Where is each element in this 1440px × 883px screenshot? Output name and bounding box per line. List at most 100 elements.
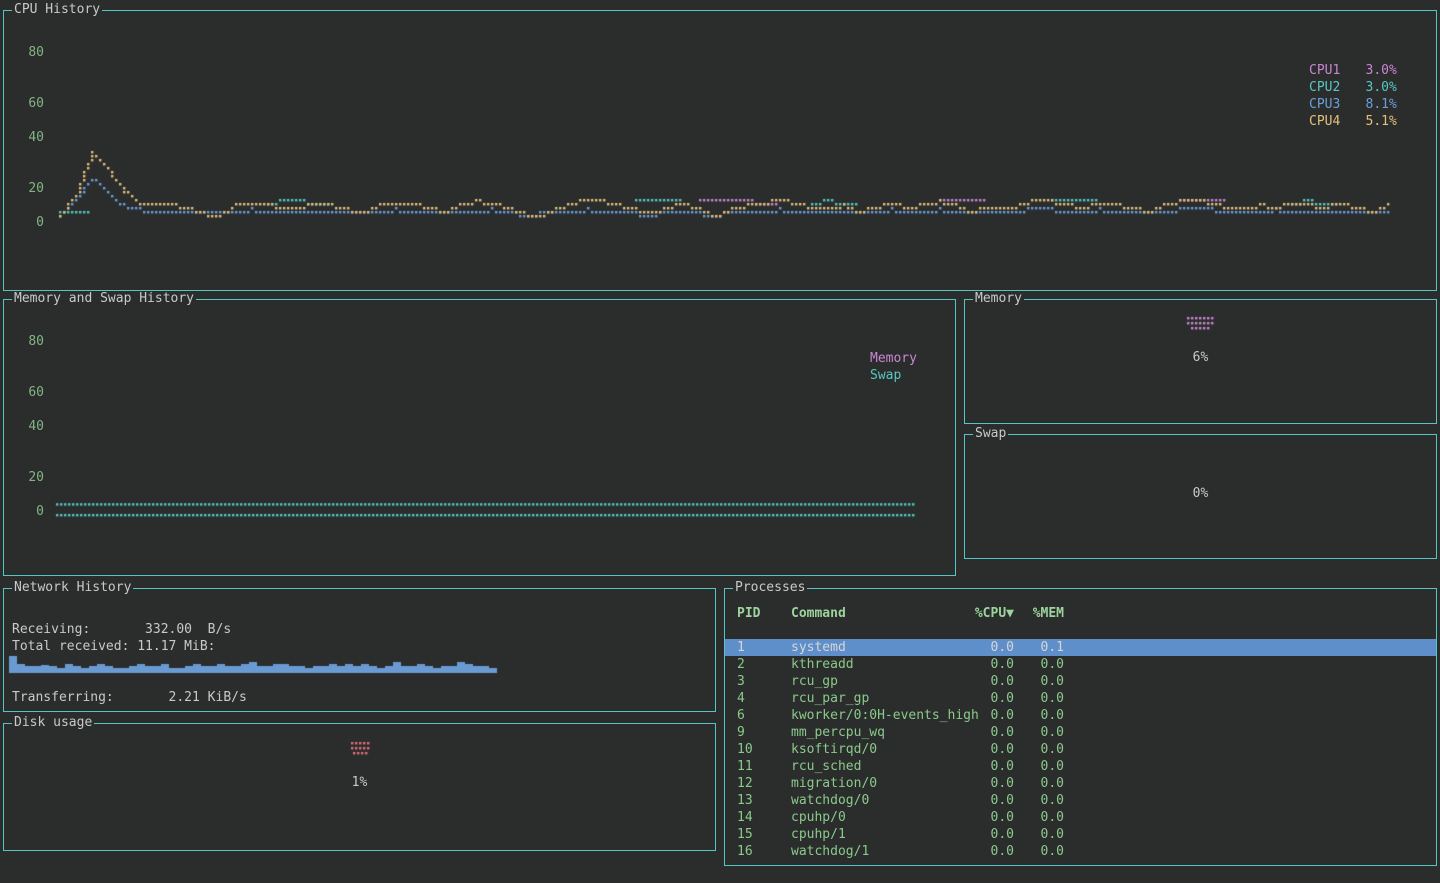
- process-command: systemd: [791, 639, 846, 656]
- process-cpu-percent: 0.0: [930, 826, 1014, 843]
- process-mem-percent: 0.0: [1014, 690, 1064, 707]
- process-pid: 12: [737, 775, 753, 792]
- cpu-legend-label: CPU3: [1309, 96, 1347, 113]
- swap-gauge-panel: Swap 0%: [964, 434, 1437, 559]
- processes-panel: Processes PID Command %CPU▼ %MEM 1system…: [724, 588, 1437, 866]
- legend-gap: [1347, 79, 1355, 96]
- process-row-pid-4[interactable]: 4rcu_par_gp0.00.0: [725, 690, 1436, 707]
- process-command: cpuhp/0: [791, 809, 846, 826]
- memory-swap-history-panel: Memory and Swap History 806040200 Memory…: [3, 299, 956, 576]
- process-cpu-percent: 0.0: [930, 707, 1014, 724]
- process-cpu-percent: 0.0: [930, 690, 1014, 707]
- process-mem-percent: 0.0: [1014, 724, 1064, 741]
- process-mem-percent: 0.0: [1014, 775, 1064, 792]
- process-command: ksoftirqd/0: [791, 741, 877, 758]
- process-cpu-percent: 0.0: [930, 809, 1014, 826]
- process-pid: 3: [737, 673, 745, 690]
- processes-title: Processes: [733, 580, 807, 596]
- process-cpu-percent: 0.0: [930, 673, 1014, 690]
- process-command: watchdog/0: [791, 792, 869, 809]
- y-tick-60: 60: [18, 386, 44, 400]
- process-row-pid-12[interactable]: 12 migration/0 0.00.0: [725, 775, 1436, 792]
- process-cpu-percent: 0.0: [930, 792, 1014, 809]
- cpu-legend-row-cpu1: CPU1 3.0%: [1309, 62, 1397, 79]
- column-header-pid: PID: [737, 605, 760, 622]
- cpu-legend-row-cpu4: CPU4 5.1%: [1309, 113, 1397, 130]
- process-cpu-percent: 0.0: [930, 741, 1014, 758]
- cpu-legend-label: CPU1: [1309, 62, 1347, 79]
- memory-swap-history-chart: [4, 300, 955, 575]
- process-command: rcu_par_gp: [791, 690, 869, 707]
- process-row-pid-9[interactable]: 9mm_percpu_wq0.00.0: [725, 724, 1436, 741]
- legend-gap: [1347, 62, 1355, 79]
- cpu-history-chart: [4, 11, 1436, 290]
- network-transferring-line: Transferring: 2.21 KiB/s: [12, 691, 247, 705]
- process-mem-percent: 0.0: [1014, 809, 1064, 826]
- y-tick-80: 80: [18, 335, 44, 349]
- network-total-received-line: Total received: 11.17 MiB:: [12, 640, 216, 654]
- memory-gauge-title: Memory: [973, 291, 1024, 307]
- memory-swap-history-title: Memory and Swap History: [12, 291, 196, 307]
- process-command: kthreadd: [791, 656, 854, 673]
- y-tick-80: 80: [18, 46, 44, 60]
- memory-percent-value: 6%: [965, 351, 1436, 365]
- process-row-pid-13[interactable]: 13watchdog/00.00.0: [725, 792, 1436, 809]
- memory-legend-label: Memory: [870, 350, 917, 367]
- process-mem-percent: 0.0: [1014, 656, 1064, 673]
- process-mem-percent: 0.0: [1014, 673, 1064, 690]
- process-cpu-percent: 0.0: [930, 843, 1014, 860]
- process-row-pid-2[interactable]: 2 kthreadd 0.00.0: [725, 656, 1436, 673]
- column-header-mem: %MEM: [1014, 605, 1064, 622]
- y-tick-40: 40: [18, 420, 44, 434]
- process-row-pid-1[interactable]: 1 systemd 0.00.1: [725, 639, 1436, 656]
- process-command: migration/0: [791, 775, 877, 792]
- process-command: rcu_gp: [791, 673, 838, 690]
- cpu-legend-value: 3.0%: [1355, 79, 1397, 96]
- cpu-legend-label: CPU2: [1309, 79, 1347, 96]
- process-cpu-percent: 0.0: [930, 724, 1014, 741]
- column-header-command: Command: [791, 605, 846, 622]
- process-row-pid-14[interactable]: 14 cpuhp/0 0.00.0: [725, 809, 1436, 826]
- process-mem-percent: 0.0: [1014, 707, 1064, 724]
- process-pid: 16: [737, 843, 753, 860]
- cpu-legend-value: 8.1%: [1355, 96, 1397, 113]
- process-pid: 2: [737, 656, 745, 673]
- process-mem-percent: 0.1: [1014, 639, 1064, 656]
- process-row-pid-10[interactable]: 10ksoftirqd/00.00.0: [725, 741, 1436, 758]
- process-pid: 15: [737, 826, 753, 843]
- memory-gauge-panel: Memory 6%: [964, 299, 1437, 424]
- cpu-legend-value: 3.0%: [1355, 62, 1397, 79]
- process-pid: 1: [737, 639, 745, 656]
- disk-usage-title: Disk usage: [12, 715, 94, 731]
- process-pid: 6: [737, 707, 745, 724]
- process-row-pid-6[interactable]: 6kworker/0:0H-events_high0.00.0: [725, 707, 1436, 724]
- gotop-terminal-monitor: { "colors":{ "background":"#2b2d2d","bor…: [0, 0, 1440, 883]
- process-command: cpuhp/1: [791, 826, 846, 843]
- process-pid: 10: [737, 741, 753, 758]
- process-cpu-percent: 0.0: [930, 656, 1014, 673]
- process-command: mm_percpu_wq: [791, 724, 885, 741]
- network-history-title: Network History: [12, 580, 133, 596]
- swap-percent-value: 0%: [965, 487, 1436, 501]
- process-pid: 14: [737, 809, 753, 826]
- process-cpu-percent: 0.0: [930, 639, 1014, 656]
- processes-table-header: PID Command %CPU▼ %MEM: [725, 605, 1436, 622]
- process-row-pid-15[interactable]: 15 cpuhp/1 0.00.0: [725, 826, 1436, 843]
- swap-gauge-title: Swap: [973, 426, 1008, 442]
- process-row-pid-3[interactable]: 3 rcu_gp 0.00.0: [725, 673, 1436, 690]
- process-cpu-percent: 0.0: [930, 775, 1014, 792]
- cpu-legend-value: 5.1%: [1355, 113, 1397, 130]
- network-history-panel: Network History Receiving: 332.00 B/s To…: [3, 588, 716, 712]
- legend-gap: [1347, 96, 1355, 113]
- processes-table-body: 1systemd0.00.12kthreadd0.00.03rcu_gp0.00…: [725, 639, 1436, 860]
- process-mem-percent: 0.0: [1014, 826, 1064, 843]
- cpu-legend-row-cpu3: CPU3 8.1%: [1309, 96, 1397, 113]
- cpu-history-title: CPU History: [12, 2, 102, 18]
- process-pid: 11: [737, 758, 753, 775]
- process-mem-percent: 0.0: [1014, 758, 1064, 775]
- y-tick-20: 20: [18, 471, 44, 485]
- process-row-pid-16[interactable]: 16watchdog/10.00.0: [725, 843, 1436, 860]
- y-tick-0: 0: [18, 505, 44, 519]
- process-command: rcu_sched: [791, 758, 861, 775]
- process-row-pid-11[interactable]: 11rcu_sched0.00.0: [725, 758, 1436, 775]
